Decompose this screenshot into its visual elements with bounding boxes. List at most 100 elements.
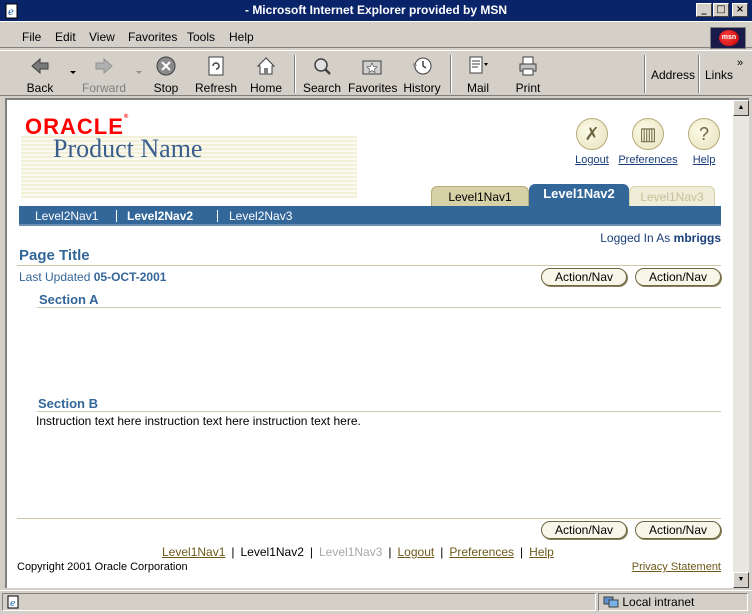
msn-butterfly-icon: msn xyxy=(719,30,739,46)
mail-button[interactable]: Mail xyxy=(460,55,496,95)
preferences-global-button[interactable]: ▥ Preferences xyxy=(618,118,678,166)
scroll-up-icon[interactable]: ▲ xyxy=(733,100,749,116)
minimize-button[interactable]: _ xyxy=(696,3,712,17)
help-global-button[interactable]: ? Help xyxy=(674,118,734,166)
vertical-scrollbar[interactable]: ▲ ▼ xyxy=(733,98,749,588)
window-title-bar: e - Microsoft Internet Explorer provided… xyxy=(0,0,752,22)
local-intranet-icon xyxy=(603,596,619,608)
footer-separator: | xyxy=(440,545,444,559)
help-link[interactable]: Help xyxy=(674,154,734,166)
tab-level1nav1[interactable]: Level1Nav1 xyxy=(431,186,529,206)
section-b-title: Section B xyxy=(38,396,98,411)
browser-viewport: ORACLE® Product Name ✗ Logout ▥ Preferen… xyxy=(5,98,733,588)
nav2-item-level2nav2[interactable]: Level2Nav2 xyxy=(127,209,193,223)
footer-link-help[interactable]: Help xyxy=(529,545,554,559)
favorites-icon xyxy=(362,60,382,75)
forward-button[interactable]: Forward xyxy=(82,55,126,95)
action-nav-button-bottom-1[interactable]: Action/Nav xyxy=(541,521,627,539)
footer-links: Level1Nav1 | Level1Nav2 | Level1Nav3 | Logout |… xyxy=(159,545,557,559)
home-label: Home xyxy=(249,81,282,95)
help-icon: ? xyxy=(688,118,720,150)
footer-link-level1nav3: Level1Nav3 xyxy=(319,545,383,559)
username: mbriggs xyxy=(673,231,721,245)
back-button[interactable]: Back xyxy=(20,55,60,95)
favorites-label: Favorites xyxy=(348,81,398,95)
logout-global-button[interactable]: ✗ Logout xyxy=(562,118,622,166)
refresh-label: Refresh xyxy=(194,81,238,95)
nav2-item-level2nav3[interactable]: Level2Nav3 xyxy=(229,209,292,223)
forward-label: Forward xyxy=(82,81,127,95)
toolbar-separator xyxy=(644,55,646,93)
preferences-icon: ▥ xyxy=(632,118,664,150)
privacy-statement-link[interactable]: Privacy Statement xyxy=(632,561,721,573)
action-nav-button-bottom-2[interactable]: Action/Nav xyxy=(635,521,721,539)
level2-nav-bar: Level2Nav1 Level2Nav2 Level2Nav3 xyxy=(19,206,721,226)
footer-link-preferences[interactable]: Preferences xyxy=(449,545,514,559)
msn-logo: msn xyxy=(710,27,746,49)
footer-rule xyxy=(17,518,721,519)
print-button[interactable]: Print xyxy=(510,55,546,95)
links-bar-label[interactable]: Links xyxy=(705,68,733,82)
menu-bar: File Edit View Favorites Tools Help xyxy=(0,24,752,48)
menu-favorites[interactable]: Favorites xyxy=(128,30,177,44)
footer-link-level1nav1[interactable]: Level1Nav1 xyxy=(162,545,225,559)
search-icon xyxy=(314,58,331,75)
preferences-link[interactable]: Preferences xyxy=(618,154,678,166)
favorites-button[interactable]: Favorites xyxy=(348,55,398,95)
menu-view[interactable]: View xyxy=(89,30,115,44)
nav2-item-level2nav1[interactable]: Level2Nav1 xyxy=(35,209,98,223)
printer-icon xyxy=(519,56,537,76)
chevron-down-icon xyxy=(70,71,76,74)
menu-tools[interactable]: Tools xyxy=(187,30,215,44)
forward-dropdown[interactable] xyxy=(128,55,142,95)
back-dropdown[interactable] xyxy=(62,55,76,95)
history-label: History xyxy=(403,81,441,95)
section-b-rule xyxy=(37,411,721,412)
mail-label: Mail xyxy=(466,81,489,95)
page-done-icon: e xyxy=(7,595,19,609)
logged-in-status: Logged In As mbriggs xyxy=(600,231,721,245)
nav2-separator xyxy=(217,210,218,222)
footer-link-logout[interactable]: Logout xyxy=(398,545,435,559)
zone-label: Local intranet xyxy=(622,595,695,609)
forward-arrow-icon xyxy=(95,57,113,75)
refresh-icon xyxy=(208,56,224,76)
action-nav-button-top-1[interactable]: Action/Nav xyxy=(541,268,627,286)
copyright-text: Copyright 2001 Oracle Corporation xyxy=(17,561,188,573)
search-button[interactable]: Search xyxy=(302,55,342,95)
toolbar-separator xyxy=(294,55,296,93)
standard-toolbar: Back Forward Stop Refresh Home Search Fa… xyxy=(0,50,752,96)
address-bar-label[interactable]: Address xyxy=(651,68,695,82)
print-label: Print xyxy=(515,81,541,95)
footer-separator: | xyxy=(388,545,392,559)
page-title-rule xyxy=(17,265,721,266)
footer-separator: | xyxy=(520,545,524,559)
mail-icon xyxy=(469,56,488,74)
scroll-down-icon[interactable]: ▼ xyxy=(733,572,749,588)
history-icon xyxy=(413,57,432,75)
last-updated-date: 05-OCT-2001 xyxy=(93,270,167,284)
stop-button[interactable]: Stop xyxy=(148,55,184,95)
menu-edit[interactable]: Edit xyxy=(55,30,76,44)
maximize-button[interactable]: □ xyxy=(713,3,729,17)
stop-label: Stop xyxy=(153,81,179,95)
section-a-rule xyxy=(37,307,721,308)
menu-file[interactable]: File xyxy=(22,30,41,44)
toolbar-separator xyxy=(698,55,700,93)
refresh-button[interactable]: Refresh xyxy=(194,55,238,95)
status-bar: e Local intranet xyxy=(0,590,752,612)
history-button[interactable]: History xyxy=(402,55,442,95)
action-nav-button-top-2[interactable]: Action/Nav xyxy=(635,268,721,286)
tab-level1nav2[interactable]: Level1Nav2 xyxy=(529,184,629,206)
home-button[interactable]: Home xyxy=(246,55,286,95)
chevron-down-icon xyxy=(136,71,142,74)
page-title: Page Title xyxy=(19,247,90,264)
logout-icon: ✗ xyxy=(576,118,608,150)
close-button[interactable]: × xyxy=(732,3,748,17)
menu-help[interactable]: Help xyxy=(229,30,254,44)
logout-link[interactable]: Logout xyxy=(562,154,622,166)
window-title: - Microsoft Internet Explorer provided b… xyxy=(244,3,508,17)
product-name: Product Name xyxy=(53,134,203,163)
toolbar-overflow-icon[interactable]: » xyxy=(737,57,743,69)
back-arrow-icon xyxy=(31,57,49,75)
